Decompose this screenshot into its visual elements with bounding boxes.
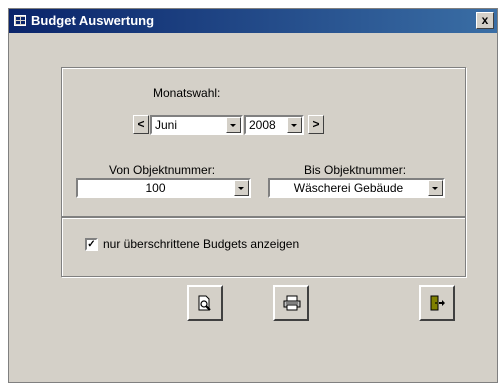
- from-object-combobox[interactable]: 100: [76, 178, 251, 198]
- printer-icon: [283, 295, 301, 311]
- year-combobox[interactable]: 2008: [244, 115, 304, 135]
- next-month-button[interactable]: >: [308, 115, 324, 134]
- from-object-value: 100: [145, 181, 166, 195]
- prev-month-button[interactable]: <: [133, 115, 149, 134]
- main-window: Budget Auswertung x Monatswahl: < Juni 2…: [8, 8, 498, 383]
- exceeded-budgets-checkbox[interactable]: ✓: [85, 238, 98, 251]
- month-combobox[interactable]: Juni: [150, 115, 243, 135]
- month-value: Juni: [155, 118, 178, 132]
- month-selection-label: Monatswahl:: [153, 86, 221, 100]
- app-form-icon: [14, 15, 26, 26]
- to-object-dropdown-button[interactable]: [428, 180, 443, 196]
- print-preview-icon: [198, 295, 211, 311]
- year-value: 2008: [249, 118, 276, 132]
- window-title: Budget Auswertung: [31, 13, 155, 28]
- from-object-dropdown-button[interactable]: [234, 180, 249, 196]
- from-object-label: Von Objektnummer:: [109, 163, 216, 177]
- exit-door-icon: [430, 295, 445, 311]
- to-object-label: Bis Objektnummer:: [304, 163, 407, 177]
- close-button[interactable]: x: [476, 12, 494, 29]
- print-button[interactable]: [273, 285, 309, 321]
- to-object-value: Wäscherei Gebäude: [293, 181, 404, 195]
- to-object-combobox[interactable]: Wäscherei Gebäude: [268, 178, 445, 198]
- year-dropdown-button[interactable]: [287, 117, 302, 133]
- print-preview-button[interactable]: [187, 285, 223, 321]
- month-dropdown-button[interactable]: [226, 117, 241, 133]
- exit-button[interactable]: [419, 285, 455, 321]
- exceeded-budgets-label: nur überschrittene Budgets anzeigen: [103, 237, 300, 251]
- title-bar: Budget Auswertung x: [9, 9, 497, 33]
